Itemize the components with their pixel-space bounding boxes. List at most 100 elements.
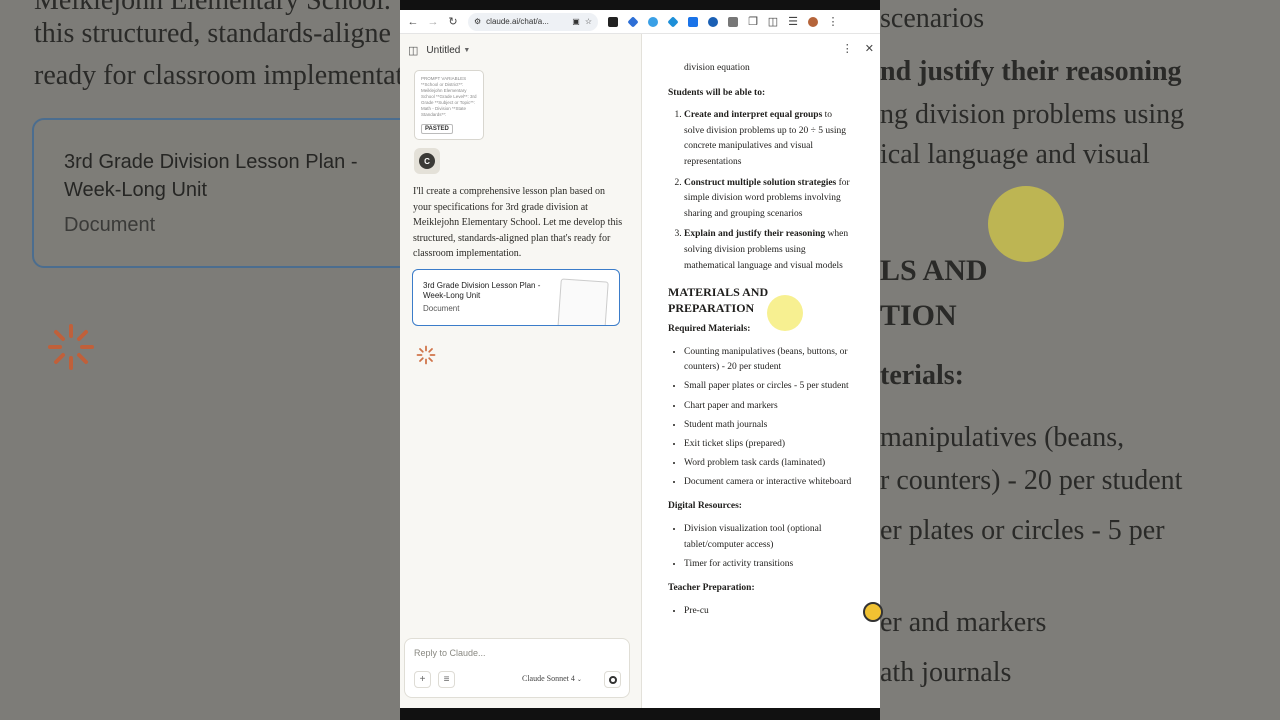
reload-icon[interactable]: ↻ (444, 13, 462, 31)
artifact-thumbnail (557, 278, 609, 325)
background-right: scenarios nd justify their reasoning ng … (880, 0, 1280, 720)
paste-preview: PROMPT VARIABLES **School or District**:… (421, 76, 477, 117)
bg-text-line: ical language and visual (880, 139, 1150, 170)
list-item: Counting manipulatives (beans, buttons, … (684, 345, 854, 376)
bg-document-card: 3rd Grade Division Lesson Plan - Week-Lo… (32, 118, 400, 268)
bg-cursor-highlight (988, 186, 1064, 262)
site-settings-icon[interactable]: ⚙ (474, 17, 481, 26)
address-bar[interactable]: ⚙ claude.ai/chat/a... ▣ ☆ (468, 12, 598, 31)
objective-bold: Create and interpret equal groups (684, 110, 823, 121)
avatar-letter: C (419, 153, 435, 169)
extension-icon[interactable] (644, 13, 662, 31)
list-item: Small paper plates or circles - 5 per st… (684, 379, 854, 395)
teacher-heading: Teacher Preparation: (668, 583, 755, 594)
bg-text-line: ng division problems using (880, 99, 1185, 130)
extension-icon[interactable] (604, 13, 622, 31)
bg-text-line: er and markers (880, 607, 1047, 638)
page-content: ◫ Untitled ▼ PROMPT VARIABLES **School o… (400, 34, 880, 708)
model-name: Claude Sonnet 4 (522, 674, 575, 683)
chat-panel: ◫ Untitled ▼ PROMPT VARIABLES **School o… (400, 34, 642, 708)
objective-item: Explain and justify their reasoning when… (684, 227, 854, 274)
required-heading: Required Materials: (668, 324, 751, 335)
bg-text-line: manipulatives (beans, (880, 422, 1125, 453)
user-avatar: C (414, 148, 440, 174)
list-item: Student math journals (684, 418, 854, 434)
reply-input[interactable]: Reply to Claude... (414, 648, 486, 658)
doc-text: division equation (684, 63, 750, 73)
bg-text-line: terials: (880, 360, 964, 391)
assistant-message: I'll create a comprehensive lesson plan … (413, 186, 623, 259)
objectives-list: Create and interpret equal groups to sol… (668, 108, 854, 274)
list-item: Division visualization tool (optional ta… (684, 522, 854, 553)
artifact-panel: ⋮ ✕ division equation Students will be a… (642, 34, 880, 708)
extension-icon[interactable] (624, 13, 642, 31)
cursor-highlight (767, 295, 803, 331)
artifact-card-type: Document (423, 304, 460, 313)
artifact-document: division equation Students will be able … (668, 61, 854, 623)
list-item: Exit ticket slips (prepared) (684, 437, 854, 453)
install-app-icon[interactable]: ▣ (572, 17, 580, 26)
tools-button[interactable]: ≡ (438, 671, 455, 688)
pasted-content-card[interactable]: PROMPT VARIABLES **School or District**:… (414, 70, 484, 140)
bg-card-title: 3rd Grade Division Lesson Plan - Week-Lo… (64, 151, 358, 201)
extension-icon[interactable] (684, 13, 702, 31)
bg-text-line: LS AND (880, 254, 988, 287)
url-text: claude.ai/chat/a... (486, 17, 549, 26)
profile-avatar[interactable] (804, 13, 822, 31)
floating-extension-badge[interactable] (863, 602, 883, 622)
bg-text-line: r counters) - 20 per student (880, 465, 1183, 496)
extension-icon[interactable] (664, 13, 682, 31)
extension-icon[interactable] (704, 13, 722, 31)
tab-search-icon[interactable]: ☰ (784, 13, 802, 31)
list-item: Pre-cu (684, 604, 854, 620)
bg-spinner-icon (48, 324, 94, 370)
puzzle-icon[interactable]: ❐ (744, 13, 762, 31)
digital-list: Division visualization tool (optional ta… (668, 522, 854, 572)
browser-window: ← → ↻ ⚙ claude.ai/chat/a... ▣ ☆ ❐ ◫ ☰ ⋮ … (400, 10, 880, 708)
list-item: Chart paper and markers (684, 399, 854, 415)
voice-mode-button[interactable] (604, 671, 621, 688)
artifact-card-title: 3rd Grade Division Lesson Plan - Week-Lo… (423, 281, 541, 300)
pasted-tag: PASTED (421, 124, 453, 134)
menu-kebab-icon[interactable]: ⋮ (824, 13, 842, 31)
objective-item: Create and interpret equal groups to sol… (684, 108, 854, 170)
chevron-down-icon[interactable]: ▼ (463, 47, 470, 54)
bg-card-sub: Document (64, 214, 156, 236)
artifact-toolbar: ⋮ ✕ (842, 42, 874, 55)
sidebar-icon[interactable]: ◫ (408, 44, 418, 57)
digital-heading: Digital Resources: (668, 501, 742, 512)
list-item: Document camera or interactive whiteboar… (684, 475, 854, 491)
loading-spinner-icon (416, 345, 436, 365)
bg-text-line: TION (880, 299, 957, 332)
materials-heading: MATERIALS AND PREPARATION (668, 285, 769, 316)
back-icon[interactable]: ← (404, 13, 422, 31)
teacher-list: Pre-cu (668, 604, 854, 620)
add-attachment-button[interactable]: + (414, 671, 431, 688)
bg-text-line: this structured, standards-aligne (34, 18, 391, 49)
model-selector[interactable]: Claude Sonnet 4 ⌄ (522, 674, 582, 683)
top-letterbox (400, 0, 880, 10)
reply-box[interactable]: Reply to Claude... + ≡ Claude Sonnet 4 ⌄ (404, 638, 630, 698)
chat-title[interactable]: Untitled (426, 45, 460, 56)
list-item: Timer for activity transitions (684, 557, 854, 573)
objective-bold: Construct multiple solution strategies (684, 177, 837, 188)
bookmark-star-icon[interactable]: ☆ (585, 17, 592, 26)
chevron-down-icon: ⌄ (576, 677, 582, 683)
forward-icon[interactable]: → (424, 13, 442, 31)
bg-text-line: ready for classroom implementati (34, 60, 400, 91)
browser-toolbar: ← → ↻ ⚙ claude.ai/chat/a... ▣ ☆ ❐ ◫ ☰ ⋮ (400, 10, 880, 34)
required-list: Counting manipulatives (beans, buttons, … (668, 345, 854, 491)
objective-bold: Explain and justify their reasoning (684, 229, 826, 240)
more-options-icon[interactable]: ⋮ (842, 42, 853, 55)
extension-icon[interactable] (724, 13, 742, 31)
objective-item: Construct multiple solution strategies f… (684, 176, 854, 223)
chat-header: ◫ Untitled ▼ (400, 34, 641, 66)
bg-text-line: scenarios (880, 3, 985, 34)
background-left: Meiklejohn Elementary School. this struc… (0, 0, 400, 720)
close-icon[interactable]: ✕ (865, 42, 874, 55)
list-item: Word problem task cards (laminated) (684, 456, 854, 472)
sidebar-toggle-icon[interactable]: ◫ (764, 13, 782, 31)
artifact-card[interactable]: 3rd Grade Division Lesson Plan - Week-Lo… (412, 269, 620, 326)
bg-text-line: ath journals (880, 657, 1012, 688)
bg-text-line: nd justify their reasoning (880, 56, 1182, 87)
